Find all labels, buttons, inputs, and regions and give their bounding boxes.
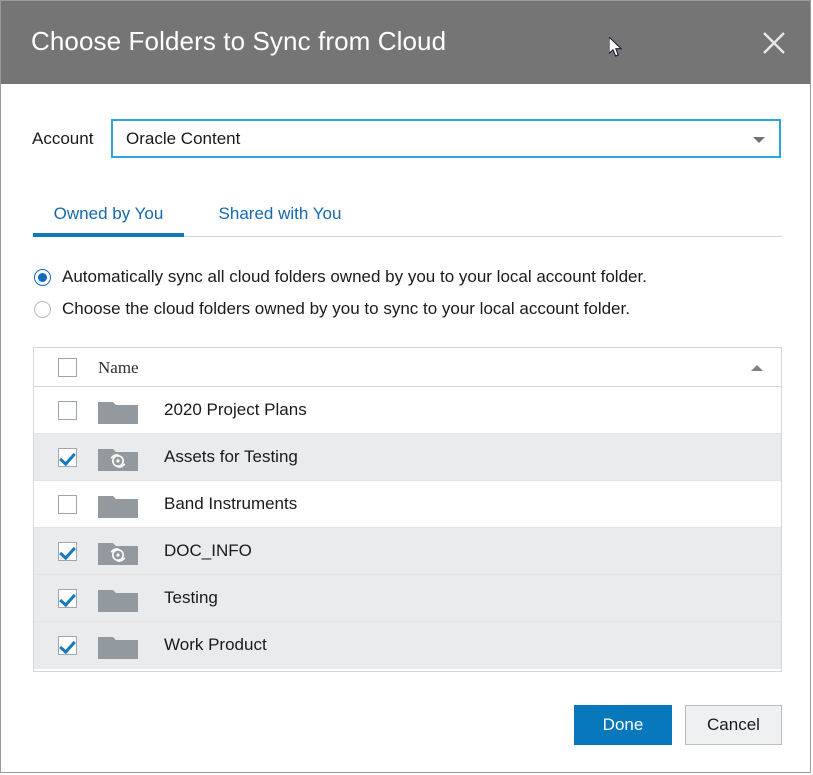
row-checkbox[interactable]: [58, 542, 77, 561]
table-row[interactable]: Assets for Testing: [34, 434, 781, 481]
sort-ascending-icon[interactable]: [751, 365, 763, 371]
folder-table: Name 2020 Project Plans: [33, 347, 782, 672]
row-checkbox[interactable]: [58, 448, 77, 467]
column-header-name: Name: [98, 358, 139, 378]
row-name: Work Product: [164, 635, 267, 655]
radio-button-choose[interactable]: [34, 301, 51, 318]
row-checkbox[interactable]: [58, 401, 77, 420]
account-value: Oracle Content: [126, 129, 240, 149]
table-row[interactable]: Work Product: [34, 622, 781, 669]
account-label: Account: [32, 129, 93, 149]
row-name: DOC_INFO: [164, 541, 252, 561]
folder-icon: [98, 493, 138, 518]
mouse-cursor-icon: [609, 37, 623, 59]
row-name: Assets for Testing: [164, 447, 298, 467]
tab-bar: Owned by You Shared with You: [33, 194, 782, 237]
sync-option-choose-label: Choose the cloud folders owned by you to…: [62, 299, 630, 319]
tab-shared-with-you-label: Shared with You: [219, 204, 342, 223]
folder-icon: [98, 399, 138, 424]
table-header-row: Name: [34, 348, 781, 387]
account-dropdown[interactable]: Oracle Content: [111, 119, 781, 158]
table-row[interactable]: Testing: [34, 575, 781, 622]
radio-button-automatic[interactable]: [34, 269, 51, 286]
row-name: Band Instruments: [164, 494, 297, 514]
dialog-titlebar: Choose Folders to Sync from Cloud: [1, 1, 811, 84]
sync-option-automatic-label: Automatically sync all cloud folders own…: [62, 267, 647, 287]
row-checkbox[interactable]: [58, 589, 77, 608]
folder-icon: [98, 634, 138, 659]
row-checkbox[interactable]: [58, 636, 77, 655]
table-row[interactable]: DOC_INFO: [34, 528, 781, 575]
folder-sync-icon: [98, 540, 138, 565]
table-row[interactable]: 2020 Project Plans: [34, 387, 781, 434]
done-button[interactable]: Done: [574, 705, 672, 745]
tab-shared-with-you[interactable]: Shared with You: [199, 194, 361, 237]
choose-folders-dialog: Choose Folders to Sync from Cloud Accoun…: [0, 0, 811, 773]
close-icon[interactable]: [754, 23, 794, 63]
tab-owned-by-you[interactable]: Owned by You: [33, 194, 184, 237]
row-name: 2020 Project Plans: [164, 400, 307, 420]
select-all-checkbox[interactable]: [58, 358, 77, 377]
row-name: Testing: [164, 588, 218, 608]
tab-owned-by-you-label: Owned by You: [54, 204, 164, 223]
folder-icon: [98, 587, 138, 612]
row-checkbox[interactable]: [58, 495, 77, 514]
table-row[interactable]: Band Instruments: [34, 481, 781, 528]
dialog-title: Choose Folders to Sync from Cloud: [31, 26, 446, 57]
cancel-button[interactable]: Cancel: [685, 705, 782, 745]
chevron-down-icon: [753, 137, 765, 143]
folder-sync-icon: [98, 446, 138, 471]
